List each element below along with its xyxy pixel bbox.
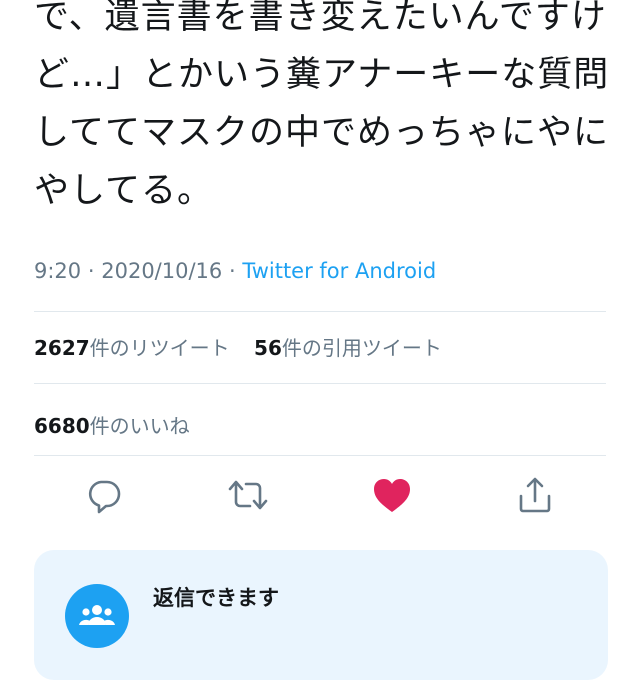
reply-icon xyxy=(88,480,121,514)
meta-separator: · xyxy=(87,259,95,283)
engagement-row: 2627件のリツイート 56件の引用ツイート xyxy=(34,324,450,371)
tweet-text: で、遺言書を書き変えたいんですけ ど…」とかいう糞アナーキーな質問 しててマスク… xyxy=(34,0,634,220)
likes-row: 6680件のいいね xyxy=(34,410,190,439)
retweets-count: 2627 xyxy=(34,336,90,360)
reply-button[interactable] xyxy=(79,470,129,520)
likes-label: 件のいいね xyxy=(89,414,190,438)
divider xyxy=(34,383,606,384)
tweet-meta: 9:20 · 2020/10/16 · Twitter for Android xyxy=(34,259,436,283)
heart-icon xyxy=(374,479,410,512)
tweet-text-line: しててマスクの中でめっちゃにやに xyxy=(34,113,609,153)
like-button[interactable] xyxy=(367,470,417,520)
tweet-text-line: やしてる。 xyxy=(34,171,213,211)
retweet-icon xyxy=(228,480,268,510)
tweet-text-line: で、遺言書を書き変えたいんですけ xyxy=(34,0,607,37)
card-title: 返信できます xyxy=(153,586,279,610)
tweet-source-link[interactable]: Twitter for Android xyxy=(242,259,436,283)
likes-count: 6680 xyxy=(34,414,90,438)
reply-restriction-card[interactable]: 返信できます xyxy=(34,550,608,680)
retweets-stat[interactable]: 2627件のリツイート xyxy=(34,332,230,361)
quotes-stat[interactable]: 56件の引用ツイート xyxy=(250,324,450,371)
tweet-date: 2020/10/16 xyxy=(101,259,223,283)
share-button[interactable] xyxy=(510,470,560,520)
people-icon xyxy=(79,605,115,625)
tweet-time: 9:20 xyxy=(34,259,82,283)
meta-separator: · xyxy=(228,259,236,283)
retweet-button[interactable] xyxy=(223,470,273,520)
divider xyxy=(34,311,606,312)
card-avatar xyxy=(65,584,129,648)
likes-stat[interactable]: 6680件のいいね xyxy=(34,410,190,439)
tweet-text-line: ど…」とかいう糞アナーキーな質問 xyxy=(34,55,610,95)
quotes-count: 56 xyxy=(254,336,282,360)
action-bar xyxy=(0,470,640,520)
quotes-label: 件の引用ツイート xyxy=(281,336,442,360)
share-icon xyxy=(519,477,551,513)
divider xyxy=(34,455,606,456)
retweets-label: 件のリツイート xyxy=(89,336,230,360)
